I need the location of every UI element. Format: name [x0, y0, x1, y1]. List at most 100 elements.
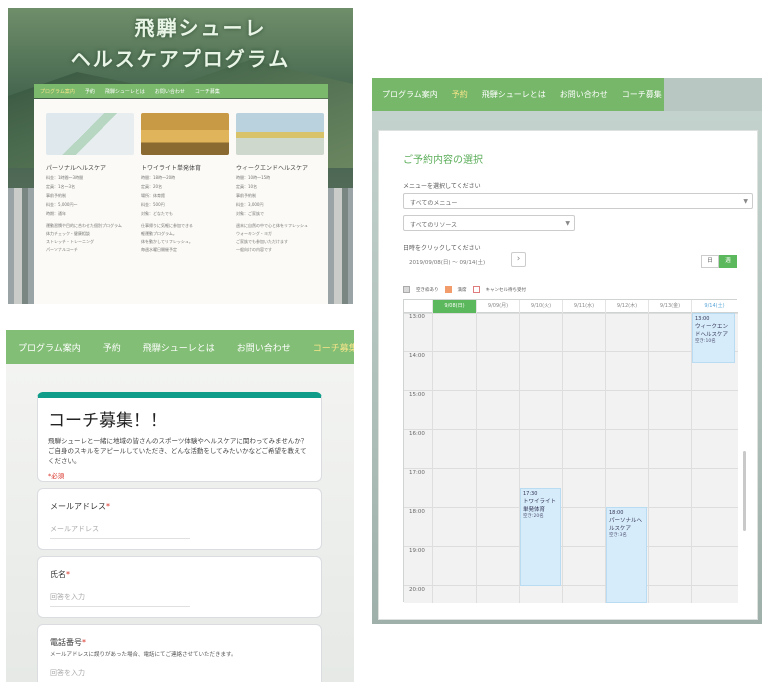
legend-label: キャンセル待ち受付: [485, 287, 527, 293]
desc-line: 体を動かしてリフレッシュ。: [141, 239, 193, 244]
hour-line: [404, 546, 738, 547]
desc-line: 毎週水曜日開催予定: [141, 247, 177, 252]
top-nav: プログラム案内 予約 飛騨シューレとは お問い合わせ コーチ募集: [6, 330, 354, 364]
calendar-event[interactable]: 17:30 トワイライト単発体育 空き:20名: [520, 488, 561, 586]
hour-line: [404, 390, 738, 391]
hour-line: [404, 507, 738, 508]
program-desc: 仕事帰りに気軽に参加できる 軽運動プログラム。 体を動かしてリフレッシュ。 毎週…: [141, 223, 229, 253]
program-page-screenshot: 飛騨シューレ ヘルスケアプログラム プログラム案内 予約 飛騨シューレとは お問…: [8, 8, 353, 304]
legend-label: 空き枠あり: [416, 287, 439, 293]
program-card[interactable]: トワイライト単発体育 時間：18時〜20時 定員：20名 場所：体育館 料金：5…: [141, 113, 229, 253]
week-calendar: 9/08(日) 9/09(月) 9/10(火) 9/11(水) 9/12(木) …: [403, 299, 738, 603]
desc-line: 一般向けの内容です: [236, 247, 272, 252]
nav-coach[interactable]: コーチ募集: [313, 341, 354, 354]
question-text: 電話番号: [50, 638, 82, 647]
phone-field[interactable]: 回答を入力: [50, 668, 190, 682]
nav-reservation[interactable]: 予約: [103, 341, 121, 354]
day-header: 9/09(月): [476, 300, 519, 313]
desc-line: 運動習慣や目的に合わせた個別プログラム: [46, 223, 122, 228]
day-header: 9/08(日): [432, 300, 476, 313]
calendar-event[interactable]: 13:00 ウィークエンドヘルスケア 空き:10名: [692, 313, 735, 363]
desc-line: 仕事帰りに気軽に参加できる: [141, 223, 193, 228]
day-view-button[interactable]: 日: [701, 255, 719, 268]
nav-about[interactable]: 飛騨シューレとは: [482, 89, 546, 100]
required-mark: *: [66, 570, 70, 579]
info-line: 料金：5,000円〜: [46, 202, 78, 207]
menu-select[interactable]: すべてのメニュー ▼: [403, 193, 753, 209]
program-title: ウィークエンドヘルスケア: [236, 165, 309, 172]
desc-line: パーソナルコーチ: [46, 247, 78, 252]
hero-title-line2: ヘルスケアプログラム: [70, 47, 291, 71]
waitlist-swatch: [472, 286, 480, 293]
full-swatch: [444, 286, 452, 293]
calendar-header: 9/08(日) 9/09(月) 9/10(火) 9/11(水) 9/12(木) …: [404, 300, 738, 313]
time-label: 16:00: [409, 431, 425, 437]
hero-title-line1: 飛騨シューレ: [134, 16, 267, 40]
day-header: 9/11(水): [562, 300, 605, 313]
question-text: メールアドレス: [50, 502, 106, 511]
nav-about[interactable]: 飛騨シューレとは: [143, 341, 215, 354]
nav-coach[interactable]: コーチ募集: [195, 88, 220, 95]
menu-label: メニューを選択してください: [403, 183, 481, 190]
day-header: 9/12(木): [605, 300, 648, 313]
event-title: パーソナルヘルスケア: [609, 518, 643, 532]
resource-select[interactable]: すべてのリソース ▼: [403, 215, 575, 231]
event-title: ウィークエンドヘルスケア: [695, 324, 729, 338]
required-mark: *: [82, 638, 86, 647]
nav-contact[interactable]: お問い合わせ: [560, 89, 608, 100]
event-note: 空き:3名: [609, 533, 627, 538]
day-divider: [562, 313, 563, 603]
info-line: 事前予約制: [236, 193, 256, 198]
program-desc: 運動習慣や目的に合わせた個別プログラム 体力チェック・健康相談 ストレッチ・トレ…: [46, 223, 134, 253]
calendar-event[interactable]: 18:00 パーソナルヘルスケア 空き:3名: [606, 507, 647, 603]
nav-about[interactable]: 飛騨シューレとは: [105, 88, 145, 95]
day-header: 9/13(金): [648, 300, 691, 313]
reservation-screenshot: プログラム案内 予約 飛騨シューレとは お問い合わせ コーチ募集 ご予約内容の選…: [372, 78, 762, 624]
coach-form-screenshot: プログラム案内 予約 飛騨シューレとは お問い合わせ コーチ募集 コーチ募集！！…: [6, 330, 354, 682]
menu-select-value: すべてのメニュー: [410, 200, 458, 207]
program-photo: [46, 113, 134, 155]
week-view-button[interactable]: 週: [719, 255, 737, 268]
nav-coach[interactable]: コーチ募集: [622, 89, 662, 100]
question-hint: メールアドレスに誤りがあった場合、電話にてご連絡させていただきます。: [50, 652, 237, 658]
name-field[interactable]: 回答を入力: [50, 592, 190, 607]
day-divider: [476, 313, 477, 603]
form-area: コーチ募集！！ 飛騨シューレと一緒に地域の皆さんのスポーツ体験やヘルスケアに関わ…: [6, 364, 354, 682]
nav-contact[interactable]: お問い合わせ: [155, 88, 185, 95]
desc-line: 軽運動プログラム。: [141, 231, 177, 236]
nav-reservation[interactable]: 予約: [85, 88, 95, 95]
desc-line: 週末に自然の中で心と体をリフレッシュ: [236, 223, 308, 228]
question-label: 電話番号*: [50, 637, 309, 648]
program-title: パーソナルヘルスケア: [46, 165, 107, 172]
legend-label: 満席: [457, 287, 467, 293]
info-line: 定員：10名: [236, 184, 258, 189]
nav-program[interactable]: プログラム案内: [18, 341, 81, 354]
question-label: 氏名*: [50, 569, 309, 580]
program-info: 時間：10時〜15時 定員：10名 事前予約制 料金：3,000円 対象：ご家族…: [236, 175, 324, 217]
reservation-heading: ご予約内容の選択: [403, 155, 483, 166]
name-question: 氏名* 回答を入力: [37, 556, 322, 618]
day-divider: [648, 313, 649, 603]
nav-contact[interactable]: お問い合わせ: [237, 341, 291, 354]
program-card[interactable]: ウィークエンドヘルスケア 時間：10時〜15時 定員：10名 事前予約制 料金：…: [236, 113, 324, 253]
info-line: 対象：ご家族で: [236, 211, 264, 216]
calendar-scrollbar[interactable]: [743, 451, 746, 531]
phone-question: 電話番号* メールアドレスに誤りがあった場合、電話にてご連絡させていただきます。…: [37, 624, 322, 682]
nav-program[interactable]: プログラム案内: [382, 89, 438, 100]
email-field[interactable]: メールアドレス: [50, 524, 190, 539]
chevron-right-icon: ›: [516, 254, 521, 264]
nav-reservation[interactable]: 予約: [452, 89, 468, 100]
hero-title: 飛騨シューレ ヘルスケアプログラム: [8, 12, 353, 72]
chevron-down-icon: ▼: [565, 220, 570, 227]
info-line: 時間：18時〜20時: [141, 175, 176, 180]
nav-program[interactable]: プログラム案内: [40, 88, 75, 95]
desc-line: ウォーキング・ヨガ: [236, 231, 272, 236]
hour-line: [404, 313, 738, 314]
hour-line: [404, 429, 738, 430]
info-line: 料金：3,000円: [236, 202, 264, 207]
program-list: パーソナルヘルスケア 料金：1時間〜3時間 定員：1名〜3名 事前予約制 料金：…: [34, 99, 328, 304]
program-card[interactable]: パーソナルヘルスケア 料金：1時間〜3時間 定員：1名〜3名 事前予約制 料金：…: [46, 113, 134, 253]
time-label: 20:00: [409, 587, 425, 593]
form-description: 飛騨シューレと一緒に地域の皆さんのスポーツ体験やヘルスケアに関わってみませんか？…: [48, 437, 308, 465]
next-week-button[interactable]: ›: [511, 252, 526, 267]
